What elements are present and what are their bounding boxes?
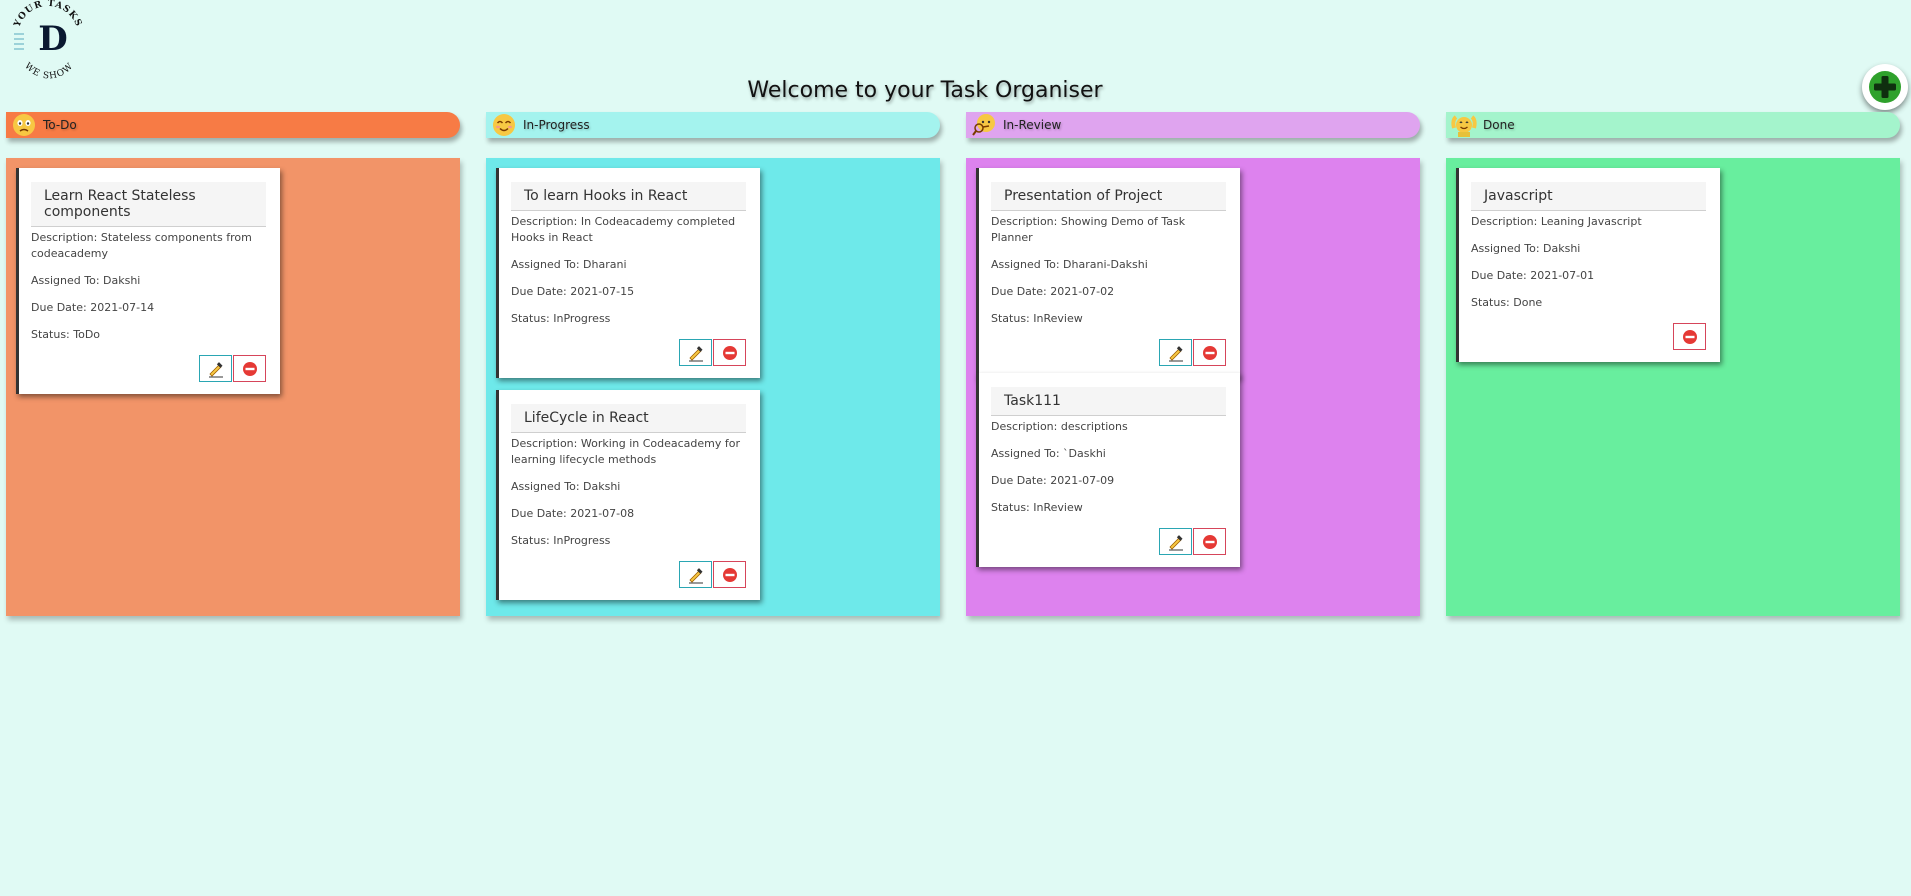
column-inprogress: To learn Hooks in React Description: In … — [486, 158, 940, 616]
task-assignee: Assigned To: Dharani-Dakshi — [991, 258, 1148, 271]
task-assignee: Assigned To: Dakshi — [1471, 242, 1581, 255]
task-title: Task111 — [991, 387, 1226, 416]
page-title: Welcome to your Task Organiser — [747, 78, 1103, 103]
card-actions — [991, 528, 1226, 555]
edit-task-button[interactable] — [1159, 528, 1192, 555]
writing-hand-icon — [688, 345, 703, 361]
task-card: LifeCycle in React Description: Working … — [496, 390, 760, 600]
plus-icon — [1869, 71, 1901, 103]
writing-hand-icon — [208, 361, 223, 377]
task-title: Javascript — [1471, 182, 1706, 211]
task-card: Javascript Description: Leaning Javascri… — [1456, 168, 1720, 362]
card-actions — [1471, 323, 1706, 350]
column-header-done: Done — [1446, 112, 1900, 138]
task-status: Status: ToDo — [31, 328, 101, 341]
delete-task-button[interactable] — [1673, 323, 1706, 350]
writing-hand-icon — [1168, 345, 1183, 361]
task-status: Status: InReview — [991, 501, 1083, 514]
no-entry-icon — [722, 345, 737, 360]
task-description: Description: In Codeacademy completed Ho… — [511, 215, 736, 244]
task-title: Presentation of Project — [991, 182, 1226, 211]
task-title: To learn Hooks in React — [511, 182, 746, 211]
add-task-button[interactable] — [1862, 64, 1908, 110]
delete-task-button[interactable] — [1193, 339, 1226, 366]
edit-task-button[interactable] — [679, 339, 712, 366]
task-description: Description: Stateless components from c… — [31, 231, 252, 260]
task-due-date: Due Date: 2021-07-08 — [511, 507, 635, 520]
no-entry-icon — [1202, 534, 1217, 549]
task-description: Description: descriptions — [991, 420, 1128, 433]
no-entry-icon — [242, 361, 257, 376]
task-due-date: Due Date: 2021-07-02 — [991, 285, 1115, 298]
task-card: Presentation of Project Description: Sho… — [976, 168, 1240, 378]
task-description: Description: Leaning Javascript — [1471, 215, 1642, 228]
card-actions — [511, 339, 746, 366]
column-header-inreview: In-Review — [966, 112, 1420, 138]
task-due-date: Due Date: 2021-07-14 — [31, 301, 155, 314]
column-header-label: To-Do — [43, 118, 77, 132]
task-assignee: Assigned To: Dakshi — [31, 274, 141, 287]
delete-task-button[interactable] — [1193, 528, 1226, 555]
task-status: Status: InReview — [991, 312, 1083, 325]
logo-letter: D — [38, 19, 67, 59]
task-title: Learn React Stateless components — [31, 182, 266, 227]
column-done: Javascript Description: Leaning Javascri… — [1446, 158, 1900, 616]
writing-hand-icon — [688, 567, 703, 583]
task-card: Task111 Description: descriptions Assign… — [976, 373, 1240, 567]
task-due-date: Due Date: 2021-07-15 — [511, 285, 635, 298]
detective-face-icon — [971, 112, 997, 138]
column-header-label: In-Review — [1003, 118, 1062, 132]
delete-task-button[interactable] — [713, 561, 746, 588]
task-description: Description: Showing Demo of Task Planne… — [991, 215, 1186, 244]
task-assignee: Assigned To: Dakshi — [511, 480, 621, 493]
column-inreview: Presentation of Project Description: Sho… — [966, 158, 1420, 616]
delete-task-button[interactable] — [713, 339, 746, 366]
task-card: Learn React Stateless components Descrip… — [16, 168, 280, 394]
column-header-inprogress: In-Progress — [486, 112, 940, 138]
column-header-label: In-Progress — [523, 118, 590, 132]
task-assignee: Assigned To: `Daskhi — [991, 447, 1106, 460]
no-entry-icon — [1202, 345, 1217, 360]
smiling-face-icon — [491, 112, 517, 138]
task-due-date: Due Date: 2021-07-01 — [1471, 269, 1595, 282]
delete-task-button[interactable] — [233, 355, 266, 382]
edit-task-button[interactable] — [199, 355, 232, 382]
card-actions — [31, 355, 266, 382]
task-assignee: Assigned To: Dharani — [511, 258, 627, 271]
task-status: Status: InProgress — [511, 312, 611, 325]
celebrating-person-icon — [1451, 112, 1477, 138]
column-header-todo: To-Do — [6, 112, 460, 138]
task-title: LifeCycle in React — [511, 404, 746, 433]
app-logo: YOUR TASKS D WE SHOW — [6, 0, 88, 82]
card-actions — [991, 339, 1226, 366]
task-card: To learn Hooks in React Description: In … — [496, 168, 760, 378]
writing-hand-icon — [1168, 534, 1183, 550]
task-status: Status: InProgress — [511, 534, 611, 547]
column-todo: Learn React Stateless components Descrip… — [6, 158, 460, 616]
task-status: Status: Done — [1471, 296, 1543, 309]
no-entry-icon — [1682, 329, 1697, 344]
edit-task-button[interactable] — [1159, 339, 1192, 366]
card-actions — [511, 561, 746, 588]
task-due-date: Due Date: 2021-07-09 — [991, 474, 1115, 487]
edit-task-button[interactable] — [679, 561, 712, 588]
worried-face-icon — [11, 112, 37, 138]
no-entry-icon — [722, 567, 737, 582]
column-header-label: Done — [1483, 118, 1515, 132]
task-description: Description: Working in Codeacademy for … — [511, 437, 741, 466]
